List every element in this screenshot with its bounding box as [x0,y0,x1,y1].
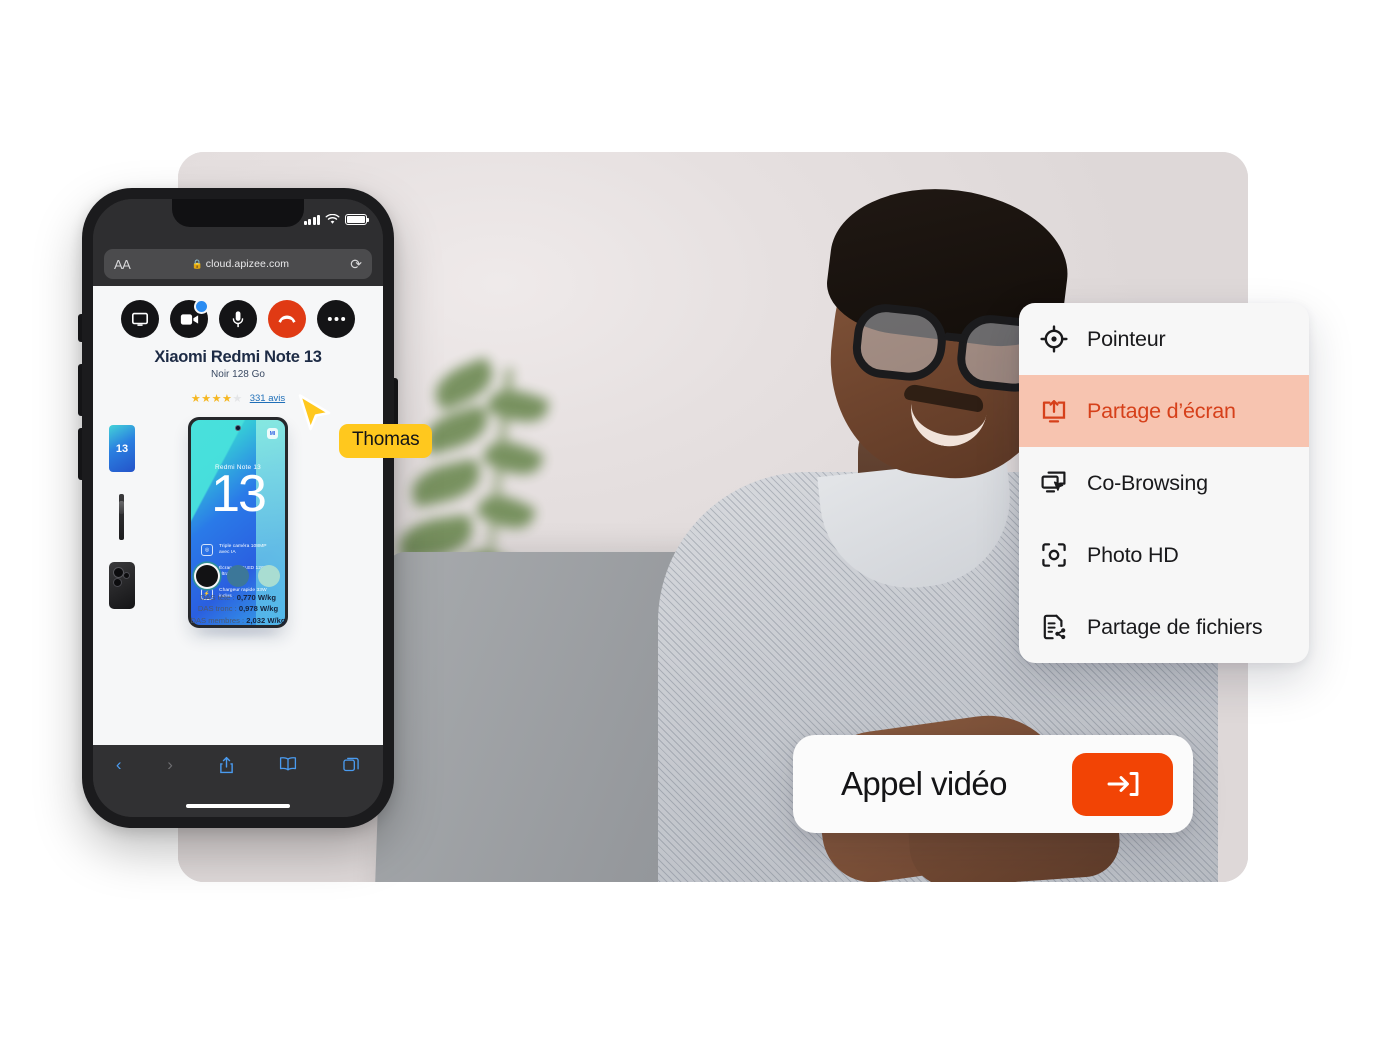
enter-arrow-icon [1107,772,1138,796]
co-browsing-icon [1039,468,1069,498]
phone-notch [172,199,304,227]
cursor-name-tag: Thomas [339,424,433,458]
text-size-icon[interactable]: AA [114,257,131,272]
mi-brand-badge: MI [267,428,278,439]
hero-big-number: 13 [211,465,267,523]
chevron-left-icon[interactable]: ‹ [116,756,122,773]
das-row: DAS membres : 2,032 W/kg [190,616,286,626]
wifi-icon [325,214,340,224]
web-page-content: Xiaomi Redmi Note 13 Noir 128 Go ★★★★★ 3… [93,286,383,758]
photo-capture-icon [1039,540,1069,570]
das-row: DAS tête : 0,770 W/kg [199,592,276,602]
menu-item-label: Pointeur [1087,326,1166,351]
das-info: DAS tête : 0,770 W/kg DAS tronc : 0,978 … [93,592,383,627]
lock-icon: 🔒 [191,259,203,269]
battery-icon [345,214,369,225]
camera-active-badge [194,299,209,314]
hang-up-button[interactable] [268,300,306,338]
rating-row: ★★★★★ 331 avis [93,392,383,405]
book-icon[interactable] [279,756,297,774]
reviews-link[interactable]: 331 avis [250,393,285,404]
menu-item-partage-decran[interactable]: Partage d’écran [1019,375,1309,447]
product-subtitle: Noir 128 Go [211,369,265,380]
menu-item-pointeur[interactable]: Pointeur [1019,303,1309,375]
color-swatches [196,565,280,587]
color-swatch-noir[interactable] [196,565,218,587]
url-value: cloud.apizee.com [205,258,290,270]
gallery-thumbnails: 13 [109,425,135,609]
tabs-icon[interactable] [343,756,360,775]
chevron-right-icon[interactable]: › [167,756,173,773]
phone-status-bar [93,199,383,247]
das-row: DAS tronc : 0,978 W/kg [197,604,279,614]
reload-icon[interactable]: ⟳ [350,256,362,273]
home-indicator [186,804,290,808]
browser-url-bar[interactable]: AA 🔒 cloud.apizee.com ⟳ [104,249,372,279]
feature-text: Triple caméra 108MP avec IA [219,544,267,556]
start-call-button[interactable] [1072,752,1173,816]
menu-item-co-browsing[interactable]: Co-Browsing [1019,447,1309,519]
feature-menu: Pointeur Partage d’écran Co-Browsing Pho… [1019,303,1309,663]
menu-item-label: Co-Browsing [1087,470,1208,495]
screen-share-upload-icon [1039,396,1069,426]
screen-share-button[interactable] [121,300,159,338]
menu-item-label: Partage de fichiers [1087,614,1263,639]
menu-item-label: Partage d’écran [1087,398,1236,423]
menu-item-photo-hd[interactable]: Photo HD [1019,519,1309,591]
menu-item-label: Photo HD [1087,542,1179,567]
thumbnail-side[interactable] [119,494,124,540]
file-share-icon [1039,612,1069,642]
product-title: Xiaomi Redmi Note 13 [154,348,322,366]
camera-lens-icon: ◎ [201,544,213,556]
more-options-button[interactable] [317,300,355,338]
cursor-arrow-icon [298,394,331,431]
safari-bottom-nav: ‹ › [93,745,383,817]
menu-item-partage-de-fichiers[interactable]: Partage de fichiers [1019,591,1309,663]
url-text[interactable]: 🔒 cloud.apizee.com [130,258,350,270]
front-camera-dot [235,425,241,431]
camera-button[interactable] [170,299,209,338]
call-controls-bar [93,286,383,338]
phone-mockup: AA 🔒 cloud.apizee.com ⟳ Xiaomi Redmi Not… [78,188,398,828]
share-icon[interactable] [219,756,234,777]
microphone-button[interactable] [219,300,257,338]
color-swatch-bleu[interactable] [227,565,249,587]
star-rating-icon: ★★★★★ [190,393,243,405]
pointer-target-icon [1039,324,1069,354]
cellular-signal-icon [303,215,320,225]
color-swatch-menthe[interactable] [258,565,280,587]
phone-screen: AA 🔒 cloud.apizee.com ⟳ Xiaomi Redmi Not… [93,199,383,817]
video-call-cta[interactable]: Appel vidéo [793,735,1193,833]
thumbnail-front[interactable]: 13 [109,425,135,472]
cta-label: Appel vidéo [841,765,1007,802]
list-item: ◎ Triple caméra 108MP avec IA [201,544,277,557]
